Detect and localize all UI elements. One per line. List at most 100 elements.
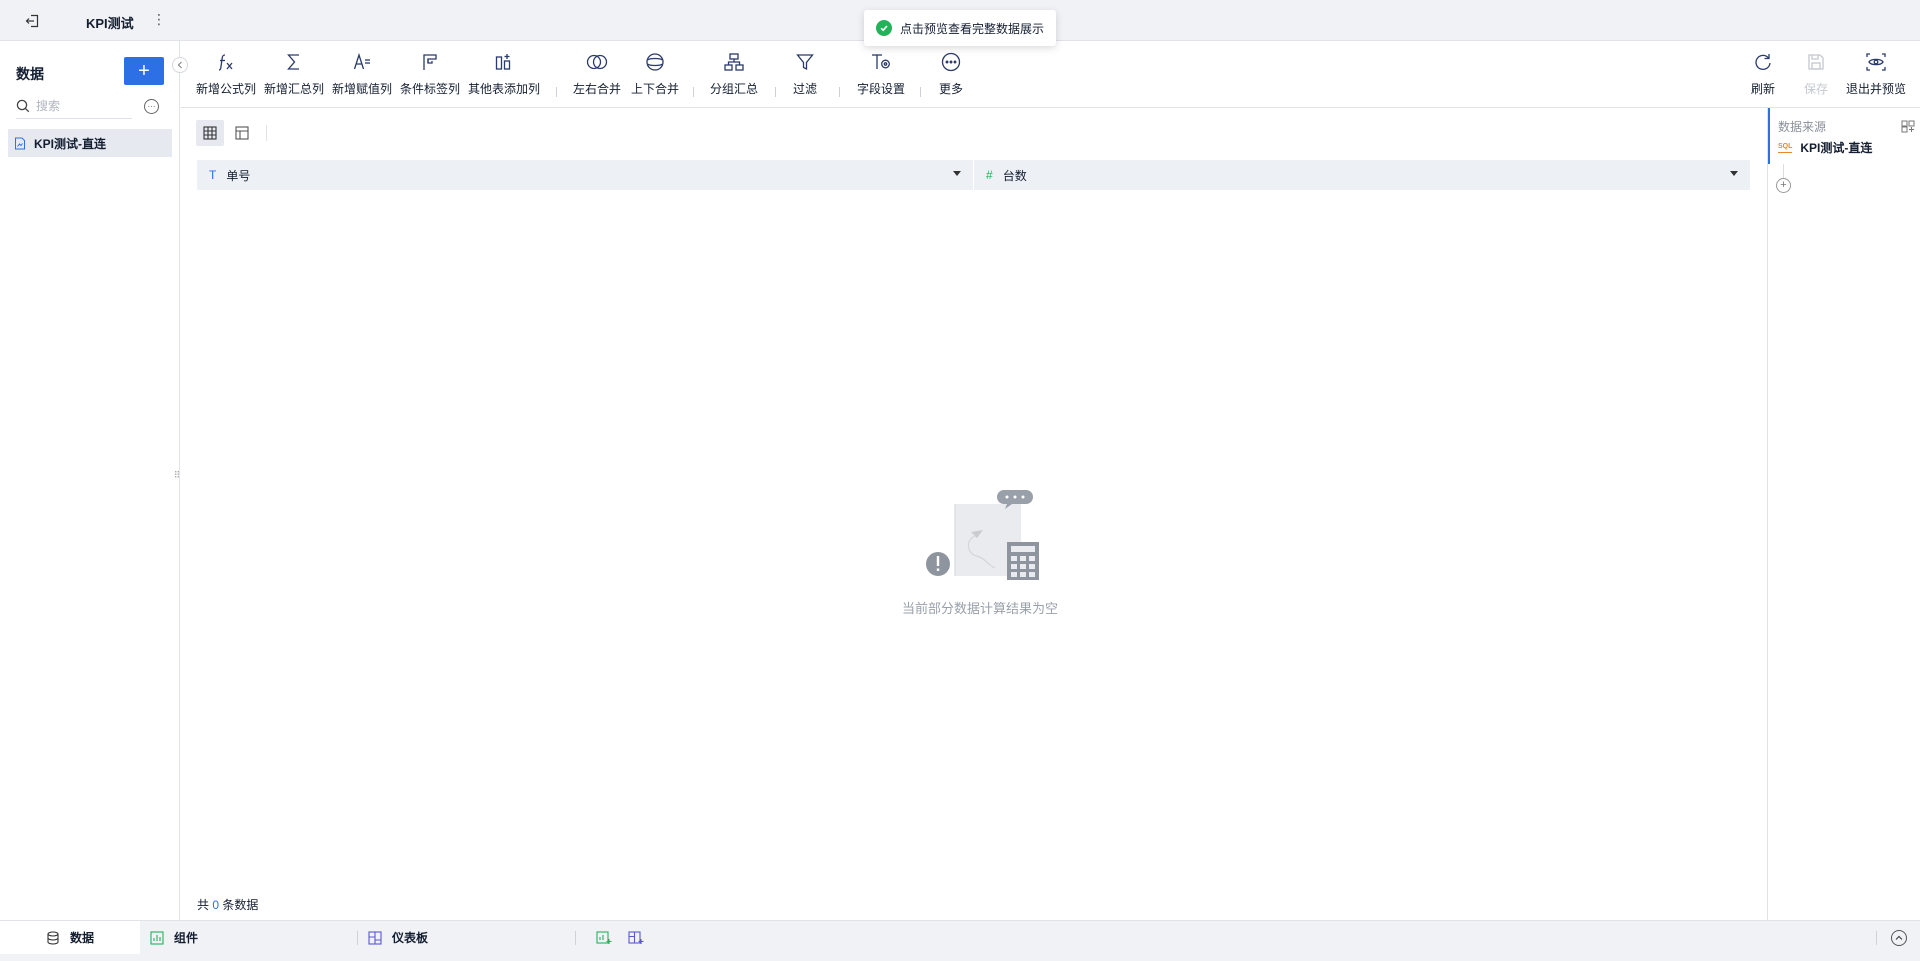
search-icon [16, 99, 30, 112]
refresh-icon [1751, 51, 1775, 73]
tool-label: 字段设置 [857, 82, 906, 96]
field-settings-icon [869, 51, 893, 73]
sql-icon: SQL [1778, 143, 1793, 153]
toolbar: 新增公式列 新增汇总列 新增赋值列 条件标签列 其他表添加列 左右合并 上下合并… [181, 41, 1920, 108]
chart-icon [150, 930, 164, 945]
tool-label: 刷新 [1751, 82, 1776, 96]
column-name: 台数 [1002, 168, 1027, 183]
tool-label: 新增汇总列 [264, 82, 325, 96]
collapse-sidebar-icon[interactable] [172, 57, 188, 73]
layout-view-button[interactable] [228, 120, 256, 146]
tool-label: 左右合并 [573, 82, 622, 96]
data-source-header: 数据来源 [1772, 116, 1920, 136]
sidebar-search [16, 93, 132, 119]
tool-label: 新增赋值列 [332, 82, 393, 96]
toolbar-divider [556, 87, 557, 97]
layout-toggle-icon[interactable] [1901, 120, 1915, 133]
column-header-quantity[interactable]: # 台数 [974, 160, 1751, 190]
add-data-button[interactable]: + [124, 57, 164, 85]
join-icon [585, 51, 609, 73]
sidebar-heading: 数据 [16, 66, 44, 82]
active-indicator [1768, 108, 1770, 164]
database-icon [47, 930, 59, 945]
more-icon [939, 51, 963, 73]
condition-label-column-button[interactable]: 条件标签列 [400, 51, 460, 97]
formula-icon [214, 51, 238, 73]
data-sidebar: 数据 + ··· KPI测试-直连 [0, 41, 180, 920]
exit-preview-button[interactable]: 退出并预览 [1846, 51, 1906, 97]
union-button[interactable]: 上下合并 [631, 51, 679, 97]
sidebar-more-icon[interactable]: ··· [144, 99, 159, 114]
chevron-up-icon[interactable] [1891, 930, 1907, 946]
column-name: 单号 [226, 168, 251, 183]
union-icon [643, 51, 667, 73]
tool-label: 分组汇总 [710, 82, 759, 96]
group-icon [722, 51, 746, 73]
flow-connector [1783, 164, 1784, 178]
sidebar-item-kpi-direct[interactable]: KPI测试-直连 [8, 129, 172, 157]
column-header-order-no[interactable]: T 单号 [197, 160, 974, 190]
number-type-icon: # [986, 168, 993, 182]
preview-icon [1864, 51, 1888, 73]
chevron-down-icon[interactable] [953, 171, 961, 176]
search-input[interactable] [36, 98, 122, 113]
left-right-join-button[interactable]: 左右合并 [573, 51, 621, 97]
tab-divider [1876, 931, 1877, 945]
toast-notification: 点击预览查看完整数据展示 [864, 10, 1057, 46]
bottom-tabs: 数据 组件 仪表板 [0, 920, 1920, 961]
toolbar-divider [839, 87, 840, 97]
add-summary-column-button[interactable]: 新增汇总列 [264, 51, 324, 97]
more-button[interactable]: 更多 [939, 51, 963, 97]
group-summary-button[interactable]: 分组汇总 [710, 51, 758, 97]
data-source-heading: 数据来源 [1778, 119, 1827, 134]
flag-icon [418, 51, 442, 73]
text-type-icon: T [209, 168, 217, 182]
layout-view-icon [235, 126, 249, 140]
grid-view-button[interactable] [196, 120, 224, 146]
filter-button[interactable]: 过滤 [793, 51, 817, 97]
add-formula-column-button[interactable]: 新增公式列 [196, 51, 256, 97]
assign-icon [350, 51, 374, 73]
tab-dashboard[interactable]: 仪表板 [368, 921, 428, 954]
chevron-down-icon[interactable] [1730, 171, 1738, 176]
add-assign-column-button[interactable]: 新增赋值列 [332, 51, 392, 97]
tab-label: 仪表板 [392, 931, 429, 945]
view-divider [266, 125, 267, 141]
refresh-button[interactable]: 刷新 [1751, 51, 1775, 97]
empty-message: 当前部分数据计算结果为空 [901, 601, 1058, 616]
add-step-icon[interactable]: + [1776, 178, 1791, 193]
tool-label: 退出并预览 [1846, 82, 1907, 96]
save-button[interactable]: 保存 [1804, 51, 1828, 97]
sidebar-item-label: KPI测试-直连 [34, 136, 107, 151]
add-component-icon[interactable] [595, 930, 613, 946]
empty-state: 当前部分数据计算结果为空 [895, 490, 1065, 617]
tab-divider [575, 931, 576, 945]
field-settings-button[interactable]: 字段设置 [857, 51, 905, 97]
title-menu-icon[interactable]: ⋮ [152, 11, 166, 28]
view-toggle [196, 120, 256, 146]
success-icon [876, 20, 892, 36]
sigma-icon [282, 51, 306, 73]
add-column-from-other-table-button[interactable]: 其他表添加列 [468, 51, 540, 97]
save-icon [1804, 51, 1828, 73]
toast-message: 点击预览查看完整数据展示 [900, 21, 1045, 36]
tab-divider [357, 931, 358, 945]
tool-label: 其他表添加列 [468, 82, 541, 96]
data-source-item[interactable]: SQL KPI测试-直连 [1778, 139, 1872, 156]
row-count-prefix: 共 [197, 898, 210, 912]
data-source-name: KPI测试-直连 [1800, 141, 1873, 155]
row-count-value: 0 [212, 898, 220, 912]
filter-icon [793, 51, 817, 73]
toolbar-divider [920, 87, 921, 97]
tab-label: 数据 [70, 931, 95, 945]
tab-components[interactable]: 组件 [150, 921, 198, 954]
row-count-suffix: 条数据 [222, 898, 259, 912]
tab-data[interactable]: 数据 [0, 921, 140, 954]
add-dashboard-icon[interactable] [627, 930, 645, 946]
exit-icon[interactable] [22, 11, 42, 31]
report-title: KPI测试 [86, 16, 134, 31]
add-column-icon [492, 51, 516, 73]
tool-label: 过滤 [793, 82, 818, 96]
toolbar-divider [775, 87, 776, 97]
toolbar-divider [693, 87, 694, 97]
